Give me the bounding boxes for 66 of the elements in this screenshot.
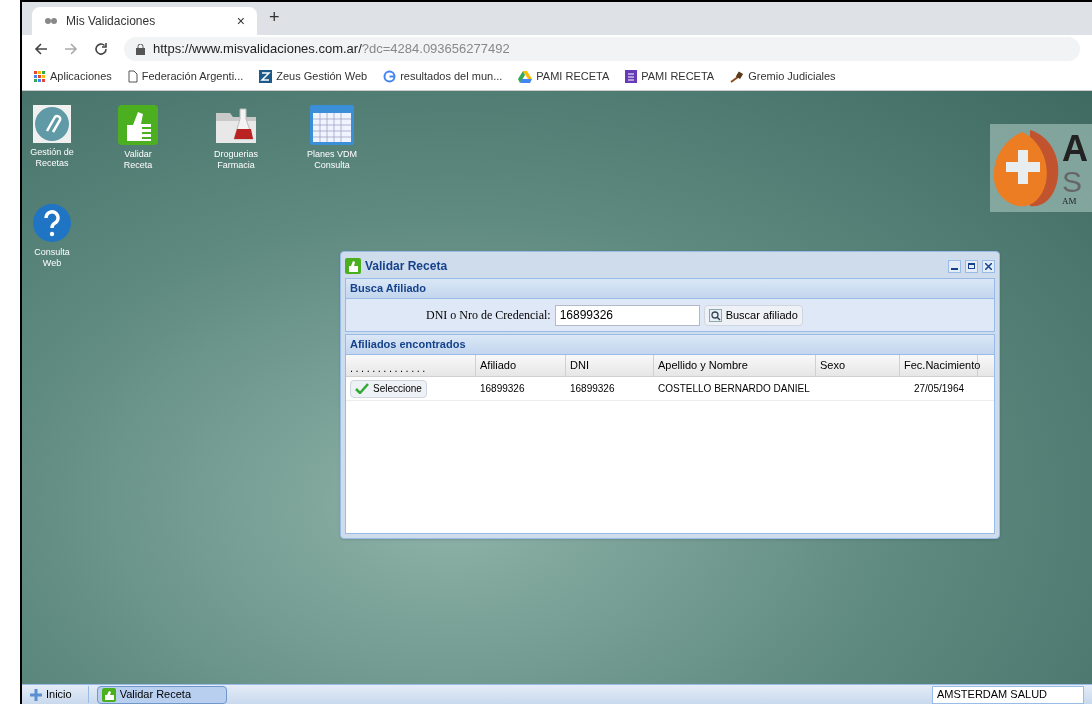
thumbs-up-icon — [101, 687, 116, 702]
bookmark-link[interactable]: Gremio Judiciales — [730, 68, 836, 85]
column-header[interactable]: DNI — [566, 355, 654, 376]
bookmark-link[interactable]: PAMI RECETA — [625, 68, 715, 85]
status-text: AMSTERDAM SALUD — [932, 685, 1084, 704]
z-logo-icon — [259, 70, 273, 83]
column-header[interactable]: . . . . . . . . . . . . . . — [346, 355, 476, 376]
select-button[interactable]: Seleccione — [350, 379, 427, 398]
checkmark-icon — [355, 383, 369, 394]
browser-tab[interactable]: Mis Validaciones × — [32, 7, 257, 35]
page-icon — [127, 70, 138, 83]
desktop-shortcut[interactable]: Consulta Web — [22, 203, 94, 269]
triangle-logo-icon — [518, 70, 533, 83]
gavel-icon — [730, 70, 745, 83]
list-icon — [625, 70, 638, 83]
table-cell-text: COSTELLO BERNARDO DANIEL — [657, 382, 811, 396]
lock-icon — [136, 43, 145, 55]
address-bar[interactable]: https://www.misvalidaciones.com.ar/?dc=4284.093656277492 — [124, 37, 1080, 61]
bookmark-link[interactable]: Federación Argenti... — [127, 68, 244, 85]
desktop-shortcut[interactable]: Validar Receta — [96, 105, 180, 171]
credential-input[interactable]: 16899326 — [554, 304, 700, 326]
bookmark-link[interactable]: Aplicaciones — [34, 68, 112, 85]
bookmark-link[interactable]: PAMI RECETA — [518, 68, 610, 85]
field-label: DNI o Nro de Credencial: — [426, 307, 551, 324]
help-icon — [32, 203, 72, 243]
grid-icon — [34, 70, 46, 83]
eyes-icon — [44, 17, 58, 25]
table-cell-text: 16899326 — [569, 382, 616, 396]
maximize-button[interactable] — [965, 259, 978, 273]
close-button[interactable] — [982, 259, 995, 273]
logo-letter: A — [1062, 130, 1088, 167]
close-tab-button[interactable]: × — [236, 10, 245, 32]
start-button[interactable]: Inicio — [30, 686, 89, 703]
g-logo-icon — [383, 70, 397, 83]
tab-title: Mis Validaciones — [66, 13, 157, 30]
column-header[interactable]: Fec.Nacimiento — [900, 355, 978, 376]
close-icon — [985, 262, 992, 270]
section-title: Afiliados encontrados — [346, 335, 994, 355]
section-title: Busca Afiliado — [346, 279, 994, 299]
bookmark-link[interactable]: Zeus Gestión Web — [259, 68, 368, 85]
bookmark-link[interactable]: resultados del mun... — [383, 68, 503, 85]
table-cell-text: 27/05/1964 — [912, 382, 966, 396]
minimize-button[interactable] — [948, 259, 961, 273]
thumbs-up-icon — [118, 105, 158, 145]
paperclip-icon — [33, 105, 71, 143]
reload-icon[interactable] — [94, 42, 108, 56]
search-button[interactable]: Buscar afiliado — [703, 304, 803, 326]
thumbs-up-icon — [345, 258, 361, 274]
column-header[interactable]: Sexo — [816, 355, 900, 376]
desktop-shortcut[interactable]: Droguerias Farmacia — [194, 105, 278, 171]
calendar-icon — [310, 105, 354, 145]
table-cell-text: 16899326 — [479, 382, 526, 396]
url-text: https://www.misvalidaciones.com.ar/?dc=4284.093656277492 — [153, 40, 510, 59]
desktop-shortcut[interactable]: Planes VDM Consulta — [290, 105, 374, 171]
column-header[interactable]: Apellido y Nombre — [654, 355, 816, 376]
new-tab-button[interactable]: + — [269, 4, 280, 31]
back-icon[interactable] — [34, 42, 48, 56]
column-header[interactable]: Afiliado — [476, 355, 566, 376]
window-title: Validar Receta — [365, 258, 449, 275]
search-icon — [708, 308, 722, 322]
folder-flask-icon — [214, 105, 258, 145]
plus-icon — [30, 688, 42, 701]
logo-letter: S — [1062, 166, 1083, 197]
taskbar-button[interactable]: Validar Receta — [96, 685, 227, 704]
desktop-shortcut[interactable]: Gestión de Recetas — [22, 105, 94, 169]
logo-small-text: AM — [1062, 196, 1078, 206]
